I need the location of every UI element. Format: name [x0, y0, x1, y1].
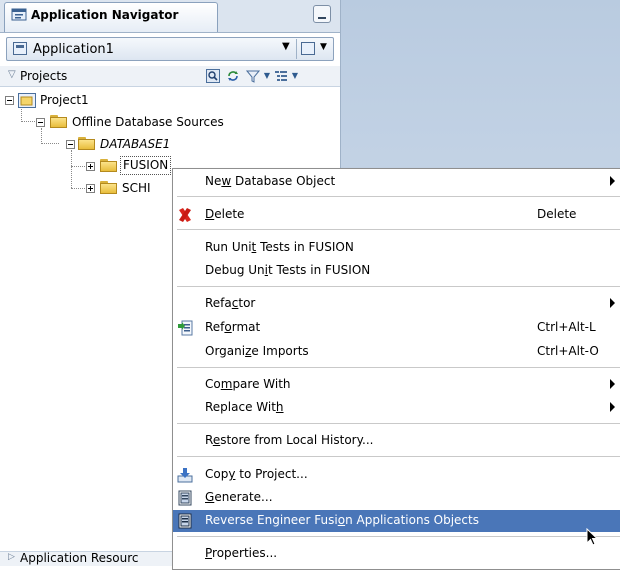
minimize-button[interactable] — [313, 5, 331, 23]
folder-icon — [100, 159, 117, 172]
menu-item-copy-to-project[interactable]: Copy to Project... — [173, 464, 620, 486]
application-navigator-icon — [11, 8, 27, 21]
tree-row-offline-sources[interactable]: Offline Database Sources — [0, 112, 340, 132]
expand-icon[interactable] — [86, 162, 95, 171]
project-folder-icon — [18, 93, 36, 108]
menu-separator — [177, 229, 620, 230]
menu-item-refactor[interactable]: Refactor — [173, 293, 620, 315]
collapse-icon[interactable] — [66, 140, 75, 149]
context-menu: New Database Object Delete Delete Run Un… — [172, 168, 620, 570]
projects-label: Projects — [20, 69, 68, 83]
project-label: Project1 — [40, 93, 89, 107]
fusion-label: FUSION — [120, 156, 172, 175]
application-icon — [13, 42, 27, 55]
menu-separator — [177, 286, 620, 287]
tree-row-schema[interactable]: SCHI — [0, 178, 172, 198]
folder-icon — [100, 181, 117, 194]
tree-row-fusion[interactable]: FUSION — [0, 156, 200, 176]
copy-down-icon — [177, 468, 193, 483]
menu-item-replace-with[interactable]: Replace With — [173, 397, 620, 419]
menu-item-organize-imports[interactable]: Organize Imports Ctrl+Alt-O — [173, 341, 620, 363]
folder-icon — [78, 137, 95, 150]
menu-item-generate[interactable]: Generate... — [173, 487, 620, 509]
shortcut-label: Ctrl+Alt-L — [537, 320, 596, 334]
generate-icon — [178, 490, 192, 506]
menu-item-reverse-engineer-fusion-applications-objects[interactable]: Reverse Engineer Fusion Applications Obj… — [173, 510, 620, 532]
menu-item-properties[interactable]: Properties... — [173, 543, 620, 565]
shortcut-label: Delete — [537, 207, 577, 221]
red-x-icon — [179, 208, 191, 222]
menu-separator — [177, 196, 620, 197]
chevron-down-icon[interactable]: ▼ — [288, 69, 302, 83]
schema-label: SCHI — [122, 181, 151, 195]
mouse-pointer-icon — [586, 528, 599, 546]
projects-header[interactable]: ▽ Projects ▼ ▼ — [0, 66, 340, 87]
search-icon[interactable] — [206, 69, 220, 83]
collapse-icon[interactable] — [5, 96, 14, 105]
folder-icon — [50, 115, 67, 128]
refresh-icon[interactable] — [226, 69, 240, 83]
navigator-tab-bar: Application Navigator — [0, 0, 340, 33]
application-selector[interactable]: Application1 ▼ ▼ — [6, 37, 334, 61]
application-navigator-tab[interactable]: Application Navigator — [4, 2, 218, 32]
expand-icon[interactable] — [86, 184, 95, 193]
menu-separator — [177, 456, 620, 457]
expand-triangle-icon[interactable]: ▷ — [8, 552, 15, 562]
submenu-arrow-icon — [610, 298, 615, 308]
filter-icon[interactable] — [245, 69, 261, 83]
menu-separator — [177, 536, 620, 537]
collapse-triangle-icon[interactable]: ▽ — [8, 69, 16, 80]
menu-item-new-database-object[interactable]: New Database Object — [173, 171, 620, 193]
menu-separator — [177, 367, 620, 368]
menu-item-restore-from-local-history[interactable]: Restore from Local History... — [173, 430, 620, 452]
submenu-arrow-icon — [610, 379, 615, 389]
chevron-down-icon: ▼ — [320, 42, 327, 52]
menu-item-reformat[interactable]: Reformat Ctrl+Alt-L — [173, 317, 620, 339]
reformat-icon — [178, 320, 193, 336]
application-selector-value: Application1 — [33, 42, 114, 57]
tree-line — [71, 166, 87, 168]
collapse-icon[interactable] — [36, 118, 45, 127]
tree-row-database1[interactable]: DATABASE1 — [0, 134, 340, 154]
submenu-arrow-icon — [610, 176, 615, 186]
tree-line — [71, 188, 87, 190]
shortcut-label: Ctrl+Alt-O — [537, 344, 599, 358]
offline-sources-label: Offline Database Sources — [72, 115, 224, 129]
menu-separator — [177, 423, 620, 424]
application-menu-icon — [301, 42, 315, 55]
sort-icon[interactable] — [274, 69, 288, 83]
chevron-down-icon[interactable]: ▼ — [260, 69, 274, 83]
menu-item-delete[interactable]: Delete Delete — [173, 204, 620, 226]
menu-item-debug-unit-tests[interactable]: Debug Unit Tests in FUSION — [173, 260, 620, 282]
menu-item-compare-with[interactable]: Compare With — [173, 374, 620, 396]
application-menu-button[interactable]: ▼ — [296, 39, 333, 59]
menu-item-run-unit-tests[interactable]: Run Unit Tests in FUSION — [173, 237, 620, 259]
chevron-down-icon[interactable]: ▼ — [282, 41, 290, 52]
tab-title: Application Navigator — [31, 8, 179, 22]
database-label: DATABASE1 — [100, 137, 171, 151]
submenu-arrow-icon — [610, 402, 615, 412]
tree-row-project1[interactable]: Project1 — [0, 90, 340, 110]
generate-icon — [178, 513, 192, 529]
